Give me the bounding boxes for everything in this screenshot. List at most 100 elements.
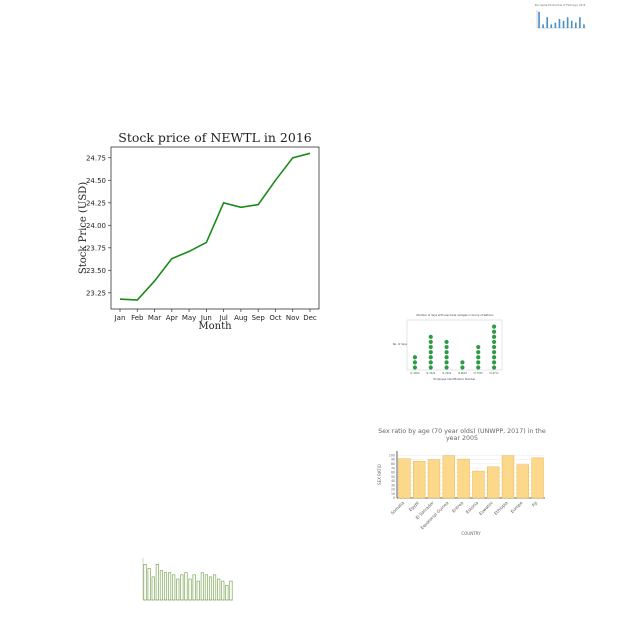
bar <box>574 22 577 28</box>
x-tick-label: I1-4000 <box>410 372 420 375</box>
bar <box>542 24 544 28</box>
data-dot <box>460 365 465 370</box>
x-tick-label: Fiji <box>531 500 539 508</box>
data-dot <box>428 334 433 339</box>
data-dot <box>444 360 449 365</box>
main-chart-group: Stock price of NEWTL in 2016MonthStock P… <box>78 130 320 332</box>
data-dot <box>491 339 497 345</box>
bar <box>147 568 151 601</box>
bar <box>550 24 553 28</box>
bar <box>176 578 180 601</box>
x-tick-label: Somalia <box>390 500 406 516</box>
data-dot <box>491 355 497 360</box>
x-axis-label: COUNTRY <box>461 531 481 536</box>
y-tick-label: 80 <box>391 462 395 466</box>
data-dot <box>412 355 418 360</box>
bar <box>562 20 565 28</box>
data-dot <box>428 360 433 365</box>
y-tick-label: 23.50 <box>86 267 106 275</box>
bar <box>143 563 147 601</box>
data-dot <box>476 350 481 355</box>
sex-ratio-bar-chart: Sex ratio by age (70 year olds) (UNWPP, … <box>377 428 546 536</box>
y-axis-label: No. of days <box>393 342 408 346</box>
bar <box>196 580 200 601</box>
chart-title: Stock price of NEWTL in 2016 <box>118 130 312 145</box>
y-tick-label: 40 <box>391 479 395 483</box>
fish-production-bar-chart: Per capita Production of Fish (kg), 2014 <box>535 4 586 29</box>
bar <box>192 574 196 601</box>
data-dot <box>491 334 497 339</box>
data-dot <box>444 339 449 345</box>
x-tick-label: I4-8067 <box>458 372 468 375</box>
bar <box>151 576 155 601</box>
y-tick-label: 24.25 <box>86 199 106 207</box>
series-line <box>119 152 311 301</box>
bar <box>213 574 217 601</box>
y-tick-label: 24.00 <box>86 222 106 230</box>
data-dot <box>444 365 449 370</box>
bar <box>172 574 176 601</box>
x-tick-label: I6-9772 <box>489 372 499 375</box>
bar <box>472 470 485 499</box>
x-tick-label: Eswatini <box>478 500 494 516</box>
y-tick-label: 24.75 <box>86 154 106 162</box>
bar <box>225 584 229 601</box>
bar <box>566 17 569 28</box>
bar <box>208 576 213 601</box>
y-tick-label: 30 <box>391 483 395 487</box>
plot-frame <box>110 146 320 310</box>
y-tick-label: 70 <box>391 466 395 470</box>
data-dot <box>428 339 433 345</box>
chart-title-line-2: year 2005 <box>446 435 478 442</box>
bar <box>159 570 163 601</box>
bar <box>427 459 441 499</box>
data-dot <box>491 350 497 355</box>
x-tick-label: I2-3222 <box>426 372 436 375</box>
data-dot <box>412 365 418 370</box>
y-tick-label: 24.50 <box>86 177 106 185</box>
bar <box>184 572 188 601</box>
bar <box>570 20 573 28</box>
x-tick-label: Aug <box>234 314 248 322</box>
data-dot <box>444 350 449 355</box>
data-dot <box>428 355 433 360</box>
bar <box>442 455 455 499</box>
x-tick-label: May <box>182 314 196 322</box>
small-green-bar-chart <box>142 558 233 601</box>
y-tick-label: 90 <box>391 458 395 462</box>
bar <box>531 457 544 499</box>
bar <box>155 563 159 601</box>
data-dot <box>444 355 449 360</box>
x-tick-label: Apr <box>166 314 178 322</box>
x-tick-label: Europe <box>510 500 524 514</box>
x-tick-label: Equatorial Guinea <box>419 500 449 530</box>
y-tick-label: 23.75 <box>86 244 106 252</box>
data-dot <box>444 344 449 350</box>
bar <box>188 578 192 601</box>
y-tick-label: 50 <box>391 475 395 479</box>
bar <box>501 455 515 499</box>
bar <box>229 580 233 601</box>
bar <box>516 464 529 499</box>
x-tick-label: I3-7902 <box>442 372 452 375</box>
x-tick-label: Eritrea <box>451 500 465 514</box>
bar <box>558 19 561 28</box>
x-tick-label: Jul <box>218 314 228 322</box>
chart-title: Number of days with electrical outages i… <box>417 313 495 317</box>
outage-dot-chart: Number of days with electrical outages i… <box>393 313 503 381</box>
data-dot <box>428 344 433 350</box>
x-tick-label: Oct <box>269 314 281 322</box>
x-tick-label: Dec <box>303 314 317 322</box>
chart-title-line-1: Sex ratio by age (70 year olds) (UNWPP, … <box>378 428 546 435</box>
bar <box>200 572 204 601</box>
y-tick-label: 23.25 <box>86 289 106 297</box>
data-dot <box>491 329 497 334</box>
data-dot <box>476 344 481 350</box>
bar <box>168 572 172 601</box>
y-tick-label: 10 <box>391 492 395 496</box>
chart-title: Per capita Production of Fish (kg), 2014 <box>535 4 586 7</box>
data-dot <box>460 360 465 365</box>
stock-price-line-chart: Stock price of NEWTL in 2016MonthStock P… <box>78 4 586 601</box>
y-tick-label: 0 <box>393 496 395 500</box>
bar <box>163 572 168 601</box>
